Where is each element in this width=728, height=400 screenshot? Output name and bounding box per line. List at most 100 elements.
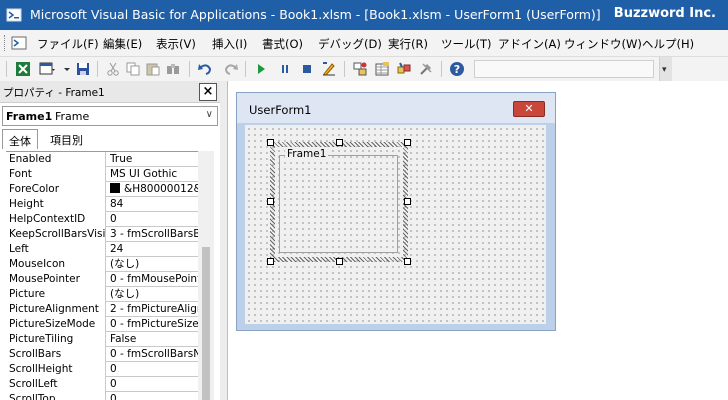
menu-addins[interactable]: アドイン(A) bbox=[498, 36, 561, 52]
property-row-picture[interactable]: Picture (なし) bbox=[6, 287, 198, 302]
resize-handle-top-left[interactable] bbox=[267, 139, 274, 146]
frame-caption: Frame1 bbox=[285, 148, 329, 160]
resize-handle-top[interactable] bbox=[336, 139, 343, 146]
property-grid-scrollbar[interactable] bbox=[198, 151, 214, 400]
property-value: 0 bbox=[110, 213, 117, 225]
cut-icon[interactable] bbox=[104, 60, 122, 78]
location-combo[interactable] bbox=[474, 60, 654, 78]
svg-text:?: ? bbox=[454, 63, 460, 76]
frame-control[interactable]: Frame1 bbox=[275, 147, 403, 257]
property-row-mousepointer[interactable]: MousePointer 0 - fmMousePointerDefault bbox=[6, 272, 198, 287]
brand-watermark: Buzzword Inc. bbox=[613, 6, 716, 21]
property-name: ScrollLeft bbox=[6, 377, 106, 392]
property-grid: Enabled True Font MS UI Gothic ForeColor &H… bbox=[6, 151, 198, 400]
property-name: MousePointer bbox=[6, 272, 106, 287]
menu-insert[interactable]: 挿入(I) bbox=[212, 36, 247, 52]
property-row-scrollleft[interactable]: ScrollLeft 0 bbox=[6, 377, 198, 392]
menu-debug[interactable]: デバッグ(D) bbox=[318, 36, 382, 52]
menu-file[interactable]: ファイル(F) bbox=[37, 36, 99, 52]
menu-format[interactable]: 書式(O) bbox=[262, 36, 303, 52]
menu-window[interactable]: ウィンドウ(W) bbox=[564, 36, 642, 52]
property-row-picturesizemode[interactable]: PictureSizeMode 0 - fmPictureSizeModeClip bbox=[6, 317, 198, 332]
title-bar: Microsoft Visual Basic for Applications … bbox=[0, 0, 728, 30]
resize-handle-bottom[interactable] bbox=[336, 258, 343, 265]
property-name: ScrollTop bbox=[6, 392, 106, 400]
project-explorer-icon[interactable] bbox=[351, 60, 369, 78]
property-row-forecolor[interactable]: ForeColor &H80000012& bbox=[6, 182, 198, 197]
property-row-enabled[interactable]: Enabled True bbox=[6, 152, 198, 167]
property-row-picturetiling[interactable]: PictureTiling False bbox=[6, 332, 198, 347]
property-value: 0 - fmScrollBarsNone bbox=[110, 348, 198, 360]
toolbox-icon[interactable] bbox=[417, 60, 435, 78]
properties-close-button[interactable]: × bbox=[199, 83, 217, 101]
reset-icon[interactable] bbox=[298, 60, 316, 78]
properties-title: プロパティ - Frame1 bbox=[3, 87, 105, 99]
property-value: (なし) bbox=[110, 288, 140, 300]
userform-titlebar: UserForm1 ✕ bbox=[237, 93, 555, 123]
run-icon[interactable] bbox=[252, 60, 270, 78]
menu-edit[interactable]: 編集(E) bbox=[103, 36, 142, 52]
menu-help[interactable]: ヘルプ(H) bbox=[642, 36, 694, 52]
help-icon[interactable]: ? bbox=[448, 60, 466, 78]
object-selector[interactable]: Frame1 Frame ∨ bbox=[2, 106, 218, 126]
property-row-height[interactable]: Height 84 bbox=[6, 197, 198, 212]
property-row-helpcontextid[interactable]: HelpContextID 0 bbox=[6, 212, 198, 227]
find-icon[interactable] bbox=[164, 60, 182, 78]
scrollbar-thumb[interactable] bbox=[202, 247, 210, 400]
property-name: Picture bbox=[6, 287, 106, 302]
property-name: PictureTiling bbox=[6, 332, 106, 347]
properties-window-icon[interactable] bbox=[373, 60, 391, 78]
object-browser-icon[interactable] bbox=[395, 60, 413, 78]
menu-view[interactable]: 表示(V) bbox=[156, 36, 196, 52]
resize-handle-right[interactable] bbox=[404, 198, 411, 205]
property-name: ScrollHeight bbox=[6, 362, 106, 377]
userform-close-button[interactable]: ✕ bbox=[513, 101, 545, 117]
redo-icon[interactable] bbox=[222, 60, 240, 78]
object-name: Frame1 bbox=[6, 110, 53, 123]
menu-grip bbox=[4, 35, 7, 51]
property-row-scrollheight[interactable]: ScrollHeight 0 bbox=[6, 362, 198, 377]
menu-tools[interactable]: ツール(T) bbox=[441, 36, 492, 52]
insert-userform-icon[interactable] bbox=[38, 60, 56, 78]
property-row-picturealignment[interactable]: PictureAlignment 2 - fmPictureAlignmentCe… bbox=[6, 302, 198, 317]
excel-icon[interactable] bbox=[14, 60, 32, 78]
save-icon[interactable] bbox=[74, 60, 92, 78]
property-row-scrollbars[interactable]: ScrollBars 0 - fmScrollBarsNone bbox=[6, 347, 198, 362]
toolbar-right-area bbox=[672, 57, 728, 81]
resize-handle-top-right[interactable] bbox=[404, 139, 411, 146]
frame-border bbox=[279, 155, 398, 253]
resize-handle-bottom-left[interactable] bbox=[267, 258, 274, 265]
property-row-scrolltop[interactable]: ScrollTop 0 bbox=[6, 392, 198, 400]
tab-alphabetic[interactable]: 全体 bbox=[2, 129, 38, 149]
tab-categorized[interactable]: 項目別 bbox=[44, 129, 89, 149]
menu-vba-icon[interactable] bbox=[11, 35, 27, 51]
design-mode-icon[interactable] bbox=[320, 60, 338, 78]
property-row-keepscrollbarsvisible[interactable]: KeepScrollBarsVisible 3 - fmScrollBarsBot… bbox=[6, 227, 198, 242]
property-name: PictureSizeMode bbox=[6, 317, 106, 332]
menu-bar: ファイル(F) 編集(E) 表示(V) 挿入(I) 書式(O) デバッグ(D) … bbox=[0, 30, 728, 57]
copy-icon[interactable] bbox=[124, 60, 142, 78]
undo-icon[interactable] bbox=[196, 60, 214, 78]
property-row-font[interactable]: Font MS UI Gothic bbox=[6, 167, 198, 182]
property-value: &H80000012& bbox=[124, 183, 198, 195]
property-name: Height bbox=[6, 197, 106, 212]
property-name: PictureAlignment bbox=[6, 302, 106, 317]
color-swatch bbox=[110, 183, 120, 193]
toolbar-separator bbox=[441, 61, 442, 77]
vba-app-icon bbox=[6, 8, 22, 22]
frame-selection-border[interactable]: Frame1 bbox=[270, 142, 408, 262]
property-value: False bbox=[110, 333, 137, 345]
property-row-left[interactable]: Left 24 bbox=[6, 242, 198, 257]
property-value: 0 bbox=[110, 393, 117, 400]
paste-icon[interactable] bbox=[144, 60, 162, 78]
resize-handle-bottom-right[interactable] bbox=[404, 258, 411, 265]
pane-splitter[interactable] bbox=[220, 81, 228, 400]
property-name: HelpContextID bbox=[6, 212, 106, 227]
property-row-mouseicon[interactable]: MouseIcon (なし) bbox=[6, 257, 198, 272]
chevron-down-icon: ∨ bbox=[205, 109, 213, 120]
menu-run[interactable]: 実行(R) bbox=[388, 36, 428, 52]
resize-handle-left[interactable] bbox=[267, 198, 274, 205]
toolbar-separator bbox=[245, 61, 246, 77]
break-icon[interactable] bbox=[276, 60, 294, 78]
toolbar-overflow-button[interactable]: ▾ bbox=[659, 57, 672, 81]
